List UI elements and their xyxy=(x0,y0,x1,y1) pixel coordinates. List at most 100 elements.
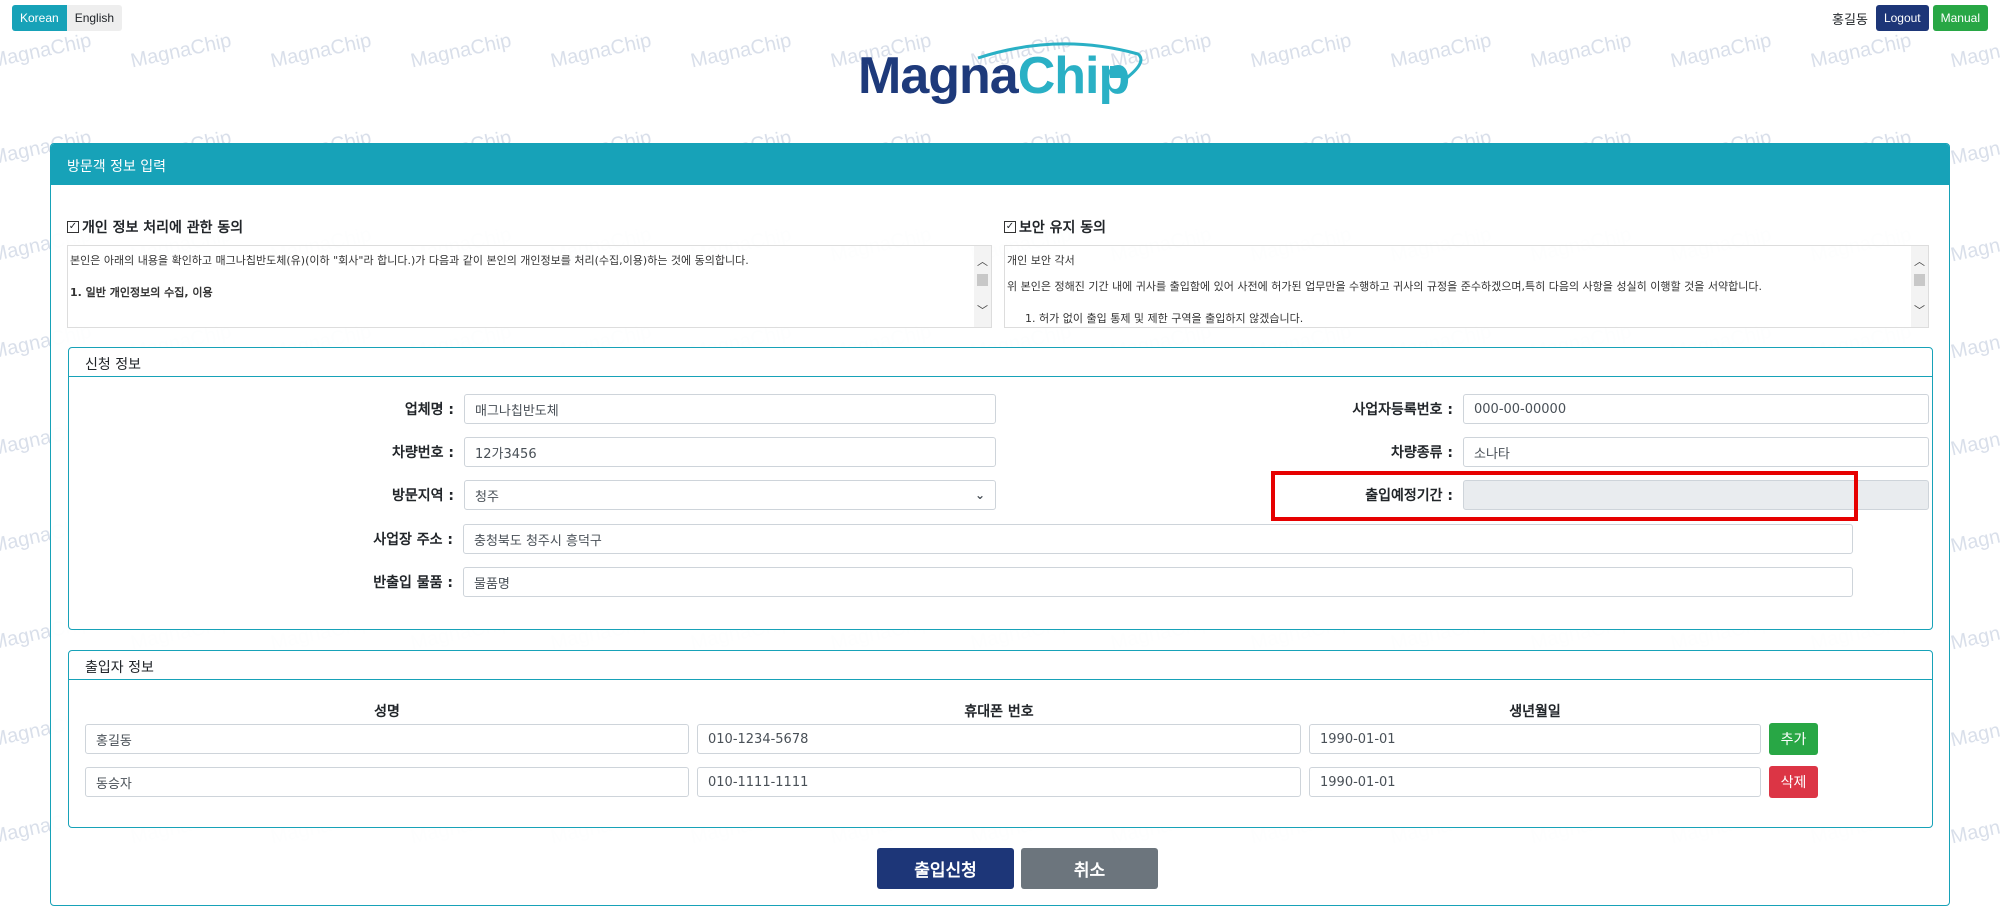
consent-text-line: 위 본인은 정해진 기간 내에 귀사를 출입함에 있어 사전에 허가된 업무만을… xyxy=(1007,280,1762,293)
company-row: 업체명 : 매그나칩반도체 xyxy=(69,394,996,424)
consent-text-line: 본인은 아래의 내용을 확인하고 매그나칩반도체(유)(이하 "회사"라 합니다… xyxy=(70,254,749,267)
watermark-text: MagnaChip xyxy=(1528,29,1634,73)
region-label: 방문지역 : xyxy=(392,488,454,504)
person-name-value: 홍길동 xyxy=(96,733,132,749)
car-no-row: 차량번호 : 12가3456 xyxy=(69,437,996,467)
watermark-text: MagnaChip xyxy=(128,29,234,73)
car-type-input[interactable]: 소나타 xyxy=(1463,437,1929,467)
apply-info-section: 신청 정보 업체명 : 매그나칩반도체 사업자등록번호 : 000-00-000… xyxy=(68,347,1933,630)
address-input[interactable]: 충청북도 청주시 흥덕구 xyxy=(463,524,1853,554)
security-consent-text[interactable]: 개인 보안 각서 위 본인은 정해진 기간 내에 귀사를 출입함에 있어 사전에… xyxy=(1004,245,1929,328)
company-input[interactable]: 매그나칩반도체 xyxy=(464,394,996,424)
logo-square-icon xyxy=(1110,66,1122,78)
logo-text: MagnaChip xyxy=(858,46,1130,106)
header-birth: 생년월일 xyxy=(1509,704,1561,720)
person-phone-input[interactable]: 010-1234-5678 xyxy=(697,724,1301,754)
chevron-up-icon[interactable]: ︿ xyxy=(1911,254,1928,270)
watermark-text: MagnaChip xyxy=(688,29,794,73)
watermark-text: MagnaChip xyxy=(548,29,654,73)
bizno-value: 000-00-00000 xyxy=(1474,401,1567,417)
company-value: 매그나칩반도체 xyxy=(475,403,559,419)
manual-button[interactable]: Manual xyxy=(1932,5,1988,31)
lang-english-button[interactable]: English xyxy=(66,5,123,31)
person-birth-input[interactable]: 1990-01-01 xyxy=(1309,767,1761,797)
address-value: 충청북도 청주시 흥덕구 xyxy=(474,533,602,549)
privacy-consent: ✓ 개인 정보 처리에 관한 동의 본인은 아래의 내용을 확인하고 매그나칩반… xyxy=(67,217,992,328)
consent-text-line: 개인 보안 각서 xyxy=(1007,254,1075,267)
car-no-value: 12가3456 xyxy=(475,446,537,462)
visitor-info-card: 방문객 정보 입력 ✓ 개인 정보 처리에 관한 동의 본인은 아래의 내용을 … xyxy=(50,143,1950,906)
items-input[interactable]: 물품명 xyxy=(463,567,1853,597)
consent-text-line: 1. 일반 개인정보의 수집, 이용 xyxy=(70,286,213,299)
scrollbar[interactable]: ︿ ﹀ xyxy=(1911,246,1928,327)
add-person-button[interactable]: 추가 xyxy=(1769,723,1818,755)
car-no-input[interactable]: 12가3456 xyxy=(464,437,996,467)
user-name: 홍길동 xyxy=(1832,12,1868,28)
cancel-button[interactable]: 취소 xyxy=(1021,848,1158,889)
header-phone: 휴대폰 번호 xyxy=(964,704,1034,720)
privacy-consent-title: ✓ 개인 정보 처리에 관한 동의 xyxy=(67,217,992,237)
car-type-label: 차량종류 : xyxy=(1391,445,1453,461)
security-consent-title: ✓ 보안 유지 동의 xyxy=(1004,217,1929,237)
privacy-consent-label: 개인 정보 처리에 관한 동의 xyxy=(82,220,244,236)
watermark-text: MagnaChip xyxy=(1808,29,1914,73)
chevron-down-icon: ⌄ xyxy=(974,488,985,502)
person-name-input[interactable]: 홍길동 xyxy=(85,724,689,754)
company-label: 업체명 : xyxy=(404,402,454,418)
security-consent-label: 보안 유지 동의 xyxy=(1019,220,1107,236)
chevron-down-icon[interactable]: ﹀ xyxy=(1911,303,1928,319)
watermark-text: MagnaChip xyxy=(0,29,94,73)
watermark-text: MagnaChip xyxy=(1388,29,1494,73)
bizno-row: 사업자등록번호 : 000-00-00000 xyxy=(999,394,1929,424)
watermark-text: MagnaChip xyxy=(1948,320,2000,364)
logout-button[interactable]: Logout xyxy=(1875,5,1929,31)
person-phone-input[interactable]: 010-1111-1111 xyxy=(697,767,1301,797)
items-value: 물품명 xyxy=(474,576,510,592)
person-birth-value: 1990-01-01 xyxy=(1320,774,1396,790)
person-name-input[interactable]: 동승자 xyxy=(85,767,689,797)
apply-info-legend: 신청 정보 xyxy=(69,348,1932,377)
items-label: 반출입 물품 : xyxy=(373,575,453,591)
person-name-value: 동승자 xyxy=(96,776,132,792)
consent-text-line: 1. 허가 없이 출입 통제 및 제한 구역을 출입하지 않겠습니다. xyxy=(1025,312,1304,325)
scroll-thumb[interactable] xyxy=(1914,274,1925,286)
language-switch: Korean English xyxy=(12,5,123,31)
watermark-text: MagnaChip xyxy=(1948,708,2000,752)
chevron-up-icon[interactable]: ︿ xyxy=(974,254,991,270)
security-consent-checkbox[interactable]: ✓ xyxy=(1004,221,1016,233)
scroll-thumb[interactable] xyxy=(977,274,988,286)
submit-entry-button[interactable]: 출입신청 xyxy=(877,848,1014,889)
region-select[interactable]: 청주 ⌄ xyxy=(464,480,996,510)
people-info-legend: 출입자 정보 xyxy=(69,651,1932,680)
bizno-label: 사업자등록번호 : xyxy=(1352,402,1453,418)
delete-person-button[interactable]: 삭제 xyxy=(1769,766,1818,798)
address-row: 사업장 주소 : 충청북도 청주시 흥덕구 xyxy=(69,524,1853,554)
chevron-down-icon[interactable]: ﹀ xyxy=(974,303,991,319)
watermark-text: MagnaChip xyxy=(1948,805,2000,849)
watermark-text: MagnaChip xyxy=(408,29,514,73)
visitor-people-section: 출입자 정보 성명 휴대폰 번호 생년월일 홍길동 010-1234-5678 … xyxy=(68,650,1933,828)
card-title: 방문객 정보 입력 xyxy=(51,144,1949,185)
watermark-text: MagnaChip xyxy=(1948,611,2000,655)
watermark-text: MagnaChip xyxy=(1948,126,2000,170)
header-name: 성명 xyxy=(374,704,400,720)
region-value: 청주 xyxy=(475,489,499,505)
person-phone-value: 010-1111-1111 xyxy=(708,774,809,790)
watermark-text: MagnaChip xyxy=(1948,29,2000,73)
watermark-text: MagnaChip xyxy=(1948,417,2000,461)
privacy-consent-text[interactable]: 본인은 아래의 내용을 확인하고 매그나칩반도체(유)(이하 "회사"라 합니다… xyxy=(67,245,992,328)
watermark-text: MagnaChip xyxy=(1668,29,1774,73)
car-type-row: 차량종류 : 소나타 xyxy=(999,437,1929,467)
car-type-value: 소나타 xyxy=(1474,446,1510,462)
watermark-text: MagnaChip xyxy=(1948,223,2000,267)
person-birth-input[interactable]: 1990-01-01 xyxy=(1309,724,1761,754)
watermark-text: MagnaChip xyxy=(1948,514,2000,558)
lang-korean-button[interactable]: Korean xyxy=(12,5,67,31)
bizno-input[interactable]: 000-00-00000 xyxy=(1463,394,1929,424)
scrollbar[interactable]: ︿ ﹀ xyxy=(974,246,991,327)
period-label: 출입예정기간 : xyxy=(1365,488,1453,504)
period-input[interactable] xyxy=(1463,480,1929,510)
items-row: 반출입 물품 : 물품명 xyxy=(69,567,1853,597)
logo-magna: Magna xyxy=(858,47,1019,105)
privacy-consent-checkbox[interactable]: ✓ xyxy=(67,221,79,233)
